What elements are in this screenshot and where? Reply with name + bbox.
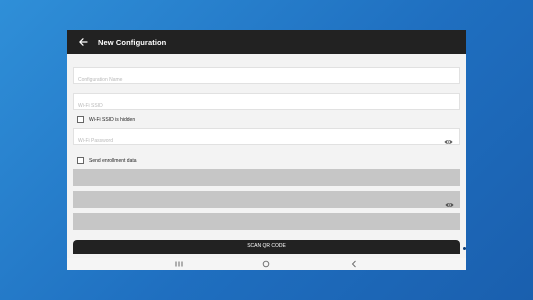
recents-icon[interactable] [174,260,184,268]
send-enrollment-checkbox[interactable] [77,157,84,164]
ssid-hidden-checkbox-row[interactable]: Wi-Fi SSID is hidden [77,116,135,123]
form-content: Wi-Fi SSID is hidden Send enrollment dat… [67,54,466,258]
configuration-name-input[interactable] [74,72,438,88]
wifi-password-field[interactable] [73,128,460,149]
device-screen: New Configuration Wi-Fi SSID is hidden [67,30,466,270]
app-bar: New Configuration [67,30,466,54]
home-icon[interactable] [261,260,271,268]
wifi-ssid-field[interactable] [73,93,460,114]
scan-qr-code-button[interactable]: SCAN QR CODE [73,240,460,254]
nav-back-icon[interactable] [349,260,359,268]
enrollment-field-2 [73,191,460,208]
ssid-hidden-checkbox[interactable] [77,116,84,123]
enrollment-field-1 [73,169,460,186]
wifi-ssid-input[interactable] [74,98,438,114]
eye-icon [445,196,454,207]
send-enrollment-label: Send enrollment data [89,157,137,164]
back-arrow-icon[interactable] [77,36,89,48]
send-enrollment-checkbox-row[interactable]: Send enrollment data [77,157,137,164]
page-title: New Configuration [98,37,167,47]
configuration-name-field[interactable] [73,67,460,88]
status-dot [463,247,466,250]
eye-icon[interactable] [444,133,453,144]
wifi-password-input[interactable] [74,133,438,149]
enrollment-field-3 [73,213,460,230]
android-nav-bar [67,258,466,270]
ssid-hidden-label: Wi-Fi SSID is hidden [89,116,136,123]
